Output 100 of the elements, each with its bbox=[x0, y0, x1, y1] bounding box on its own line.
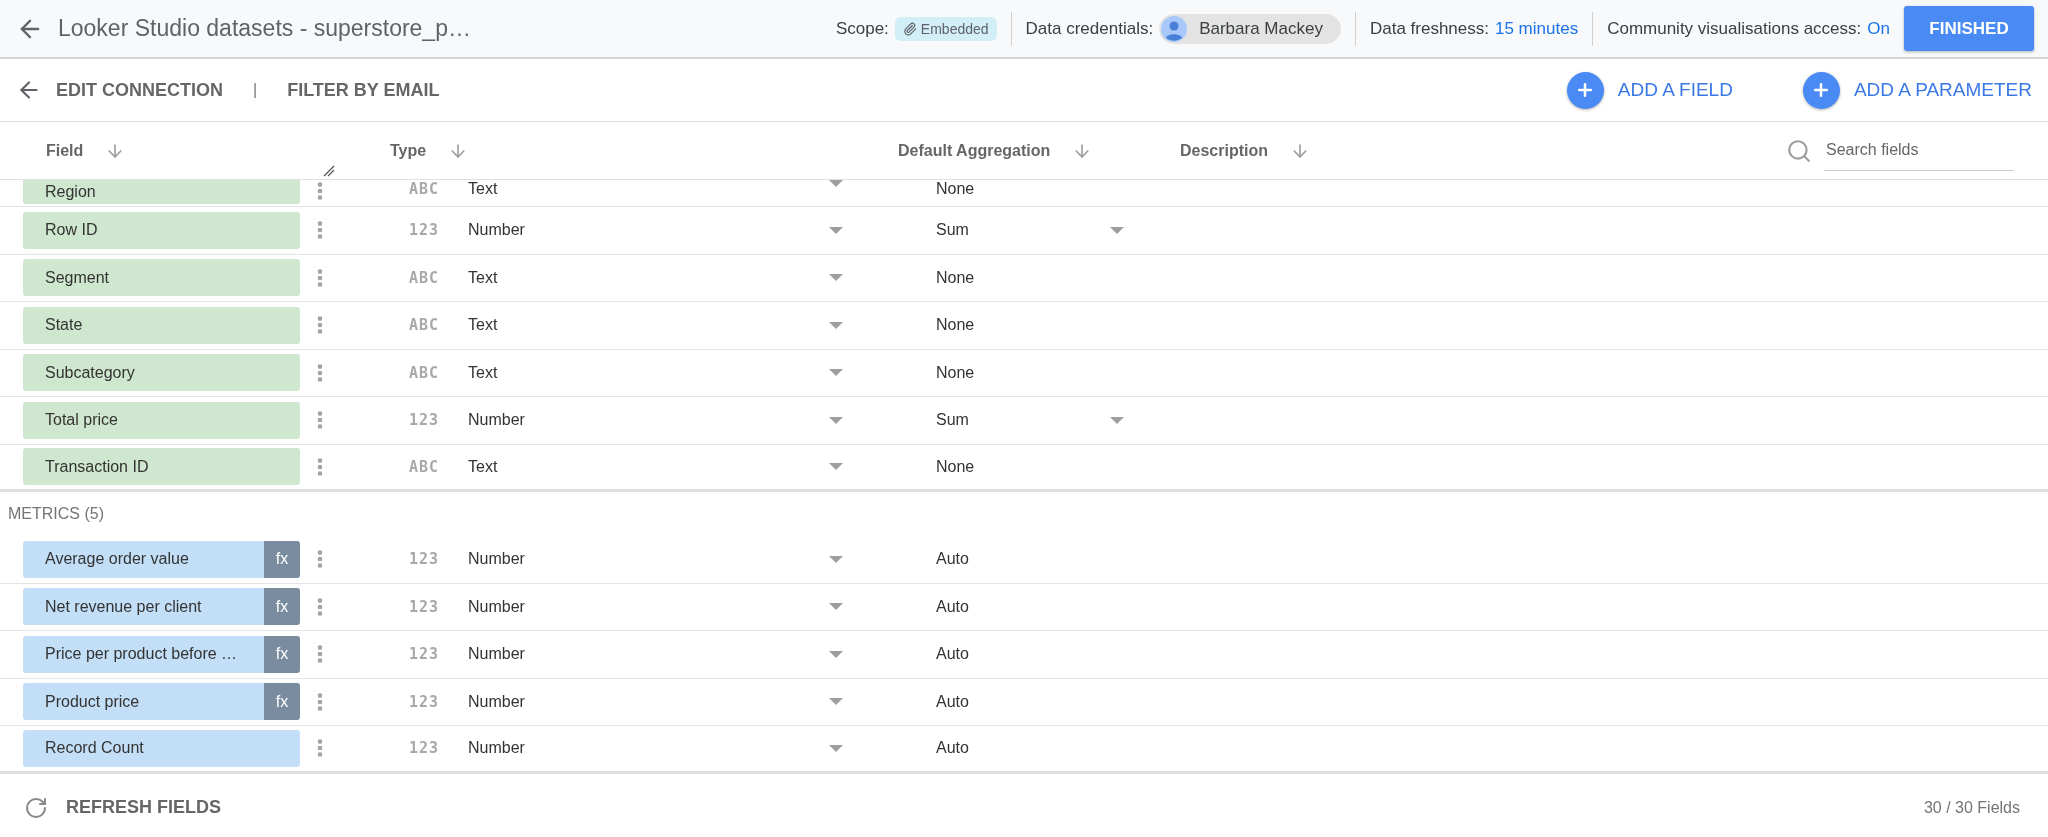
type-value[interactable]: Number bbox=[468, 645, 824, 664]
dropdown-caret-icon[interactable] bbox=[1110, 226, 1124, 234]
dropdown-caret-icon[interactable] bbox=[829, 180, 843, 187]
dropdown-caret-icon[interactable] bbox=[829, 603, 843, 611]
dropdown-caret-icon[interactable] bbox=[829, 650, 843, 658]
field-name: Price per product before … bbox=[44, 645, 239, 664]
field-chip[interactable]: Total price bbox=[23, 401, 300, 439]
freshness-link[interactable]: 15 minutes bbox=[1495, 18, 1579, 39]
field-name: Net revenue per client bbox=[44, 597, 203, 616]
field-name: Region bbox=[44, 183, 97, 201]
dropdown-caret-icon[interactable] bbox=[1110, 416, 1124, 424]
formula-badge: fx bbox=[264, 588, 300, 626]
dropdown-caret-icon[interactable] bbox=[829, 226, 843, 234]
aggregation-value[interactable]: None bbox=[936, 457, 1105, 476]
field-name: Subcategory bbox=[44, 363, 136, 382]
dropdown-caret-icon[interactable] bbox=[829, 369, 843, 377]
type-icon: 123 bbox=[408, 597, 440, 616]
aggregation-value[interactable]: Sum bbox=[936, 221, 1105, 240]
type-icon: ABC bbox=[408, 180, 440, 198]
type-value[interactable]: Number bbox=[468, 597, 824, 616]
aggregation-value[interactable]: Auto bbox=[936, 550, 1105, 569]
type-value[interactable]: Number bbox=[468, 739, 824, 758]
type-value[interactable]: Text bbox=[468, 363, 824, 382]
type-icon: ABC bbox=[408, 363, 440, 382]
refresh-icon bbox=[24, 795, 48, 820]
type-icon: ABC bbox=[408, 316, 440, 335]
dropdown-caret-icon[interactable] bbox=[829, 463, 843, 471]
dropdown-caret-icon[interactable] bbox=[829, 744, 843, 752]
breadcrumb-link[interactable]: FILTER BY EMAIL bbox=[287, 79, 440, 101]
type-icon: 123 bbox=[408, 221, 440, 240]
scope-label: Scope: bbox=[835, 18, 889, 39]
type-value[interactable]: Text bbox=[468, 180, 824, 198]
community-access-label: Community visualisations access: bbox=[1607, 18, 1862, 39]
aggregation-value[interactable]: None bbox=[936, 180, 1105, 198]
breadcrumb-separator: | bbox=[253, 81, 258, 99]
add-button[interactable]: ADD A FIELD bbox=[1566, 71, 1733, 109]
scope-chip: Embedded bbox=[894, 16, 997, 41]
field-count: 30 / 30 Fields bbox=[1923, 798, 2020, 817]
type-icon: 123 bbox=[408, 411, 440, 430]
aggregation-value[interactable]: Auto bbox=[936, 645, 1105, 664]
type-value[interactable]: Text bbox=[468, 316, 824, 335]
type-icon: ABC bbox=[408, 268, 440, 287]
community-access-link[interactable]: On bbox=[1867, 18, 1890, 39]
type-value[interactable]: Number bbox=[468, 692, 824, 711]
type-value[interactable]: Number bbox=[468, 411, 824, 430]
field-name: Segment bbox=[44, 268, 111, 287]
field-chip[interactable]: Segment bbox=[23, 259, 300, 297]
search-input[interactable]: Search fields bbox=[1824, 130, 2014, 171]
column-header[interactable]: Field bbox=[46, 141, 84, 160]
user-chip[interactable]: Barbara Mackey bbox=[1159, 13, 1341, 44]
dropdown-caret-icon[interactable] bbox=[829, 416, 843, 424]
aggregation-value[interactable]: Auto bbox=[936, 739, 1105, 758]
aggregation-value[interactable]: Sum bbox=[936, 411, 1105, 430]
avatar-icon bbox=[1161, 15, 1188, 42]
field-chip[interactable]: Row ID bbox=[23, 211, 300, 249]
aggregation-value[interactable]: None bbox=[936, 316, 1105, 335]
section-title: METRICS (5) bbox=[7, 504, 105, 524]
formula-badge: fx bbox=[264, 540, 300, 578]
aggregation-value[interactable]: None bbox=[936, 268, 1105, 287]
type-value[interactable]: Number bbox=[468, 550, 824, 569]
field-chip[interactable]: Record Count bbox=[23, 729, 300, 767]
dropdown-caret-icon[interactable] bbox=[829, 321, 843, 329]
aggregation-value[interactable]: Auto bbox=[936, 597, 1105, 616]
field-name: Total price bbox=[44, 411, 119, 430]
field-chip[interactable]: Transaction ID bbox=[23, 448, 300, 486]
credentials-label: Data credentials: bbox=[1025, 18, 1154, 39]
field-name: State bbox=[44, 316, 84, 335]
field-chip[interactable]: State bbox=[23, 306, 300, 344]
field-name: Record Count bbox=[44, 739, 145, 758]
breadcrumb-link[interactable]: EDIT CONNECTION bbox=[56, 79, 223, 101]
field-name: Transaction ID bbox=[44, 457, 150, 476]
aggregation-value[interactable]: None bbox=[936, 363, 1105, 382]
field-name: Product price bbox=[44, 692, 141, 711]
refresh-fields-button[interactable]: REFRESH FIELDS bbox=[24, 795, 221, 820]
dropdown-caret-icon[interactable] bbox=[829, 274, 843, 282]
formula-badge: fx bbox=[264, 635, 300, 673]
type-value[interactable]: Number bbox=[468, 221, 824, 240]
dropdown-caret-icon[interactable] bbox=[829, 698, 843, 706]
column-header[interactable]: Description bbox=[1180, 141, 1268, 160]
type-value[interactable]: Text bbox=[468, 268, 824, 287]
type-value[interactable]: Text bbox=[468, 457, 824, 476]
field-chip[interactable]: Price per product before … fx bbox=[23, 635, 300, 673]
field-chip[interactable]: Region bbox=[23, 180, 300, 204]
add-button[interactable]: ADD A PARAMETER bbox=[1802, 71, 2032, 109]
field-name: Average order value bbox=[44, 550, 190, 569]
field-chip[interactable]: Net revenue per client fx bbox=[23, 588, 300, 626]
field-chip[interactable]: Average order value fx bbox=[23, 540, 300, 578]
freshness-label: Data freshness: bbox=[1369, 18, 1489, 39]
plus-icon bbox=[1802, 71, 1840, 109]
dropdown-caret-icon[interactable] bbox=[829, 555, 843, 563]
type-icon: ABC bbox=[408, 457, 440, 476]
column-header[interactable]: Type bbox=[390, 141, 427, 160]
column-header[interactable]: Default Aggregation bbox=[898, 141, 1051, 160]
field-chip[interactable]: Subcategory bbox=[23, 354, 300, 392]
field-chip[interactable]: Product price fx bbox=[23, 683, 300, 721]
dataset-title: Looker Studio datasets - superstore_p… bbox=[58, 15, 472, 42]
resize-handle-icon[interactable] bbox=[323, 165, 335, 177]
aggregation-value[interactable]: Auto bbox=[936, 692, 1105, 711]
type-icon: 123 bbox=[408, 550, 440, 569]
search-field[interactable]: Search fields bbox=[1786, 130, 2022, 171]
